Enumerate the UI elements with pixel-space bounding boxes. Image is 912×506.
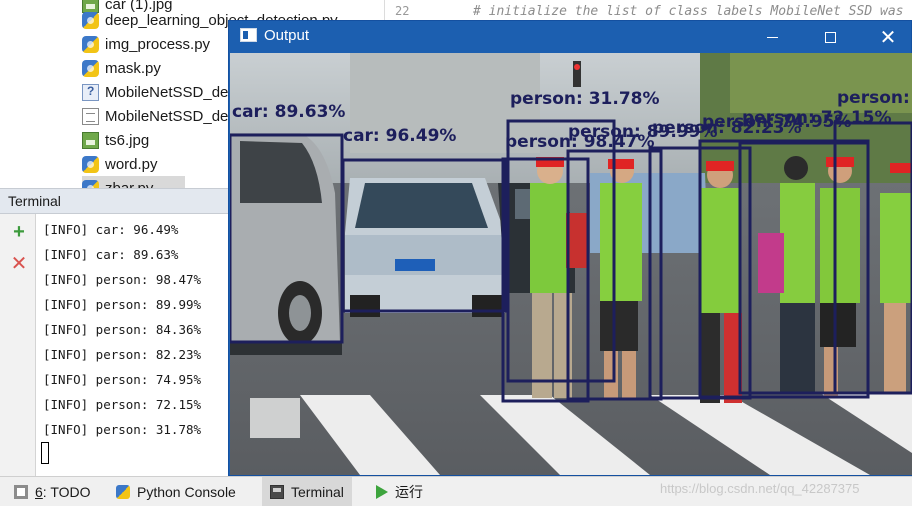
line-number: 22	[395, 4, 410, 18]
street-scene-svg: car: 89.63% car: 96.49% person: 31.78% p…	[230, 53, 912, 475]
minimize-icon	[766, 36, 778, 38]
window-title: Output	[264, 27, 310, 44]
maximize-icon	[824, 31, 836, 43]
text-file-icon	[82, 107, 99, 125]
terminal-tab[interactable]: Terminal	[262, 477, 352, 506]
image-file-icon	[82, 131, 99, 149]
log-line: [INFO] car: 96.49%	[43, 222, 179, 237]
plus-icon[interactable]: +	[9, 222, 29, 242]
terminal-header: Terminal	[0, 188, 228, 214]
detection-label: person: 72.15%	[742, 108, 892, 128]
tree-item-word[interactable]: word.py	[82, 152, 158, 176]
window-app-icon	[240, 28, 257, 42]
tree-item-label: mask.py	[105, 59, 161, 77]
run-icon	[376, 485, 388, 499]
detection-label: person: 84.36%	[837, 88, 912, 108]
tree-item-label: img_process.py	[105, 35, 211, 53]
detection-label: car: 89.63%	[232, 102, 345, 122]
log-line: [INFO] person: 89.99%	[43, 297, 202, 312]
todo-number: 6	[35, 484, 43, 500]
detection-label: person: 31.78%	[510, 89, 660, 109]
log-line: [INFO] car: 89.63%	[43, 247, 179, 262]
log-line: [INFO] person: 84.36%	[43, 322, 202, 337]
terminal-tab-label: Terminal	[291, 484, 344, 500]
watermark-text: https://blog.csdn.net/qq_42287375	[660, 481, 860, 496]
python-file-icon	[82, 155, 99, 173]
close-x-icon[interactable]: ✕	[9, 254, 29, 274]
detection-image: car: 89.63% car: 96.49% person: 31.78% p…	[230, 53, 912, 475]
code-comment-line: # initialize the list of class labels Mo…	[473, 4, 904, 19]
python-file-icon	[82, 35, 99, 53]
code-editor[interactable]: 22 # initialize the list of class labels…	[384, 0, 912, 20]
terminal-title: Terminal	[8, 193, 61, 209]
python-file-icon	[82, 179, 99, 188]
log-line: [INFO] person: 82.23%	[43, 347, 202, 362]
python-console-icon	[116, 485, 130, 499]
log-line: [INFO] person: 31.78%	[43, 422, 202, 437]
todo-tab[interactable]: 6: TODO	[6, 477, 99, 506]
tree-item-img-process[interactable]: img_process.py	[82, 32, 210, 56]
python-console-tab[interactable]: Python Console	[108, 477, 244, 506]
run-tab[interactable]: 运行	[368, 477, 431, 506]
terminal-toolbar: + ✕	[0, 214, 36, 476]
tree-item-ts6[interactable]: ts6.jpg	[82, 128, 149, 152]
run-label: 运行	[395, 484, 423, 500]
log-line: [INFO] person: 74.95%	[43, 372, 202, 387]
tool-window-bar: 6: TODO Python Console Terminal 运行 https…	[0, 476, 912, 506]
python-file-icon	[82, 11, 99, 29]
tree-item-zbar[interactable]: zbar.py	[82, 176, 185, 188]
output-window[interactable]: Output ✕ car: 89.63% car: 96.49% person:…	[228, 20, 912, 476]
terminal-icon	[270, 485, 284, 499]
python-console-label: Python Console	[137, 484, 236, 500]
close-button[interactable]: ✕	[859, 21, 912, 53]
log-line: [INFO] person: 98.47%	[43, 272, 202, 287]
tree-item-mask[interactable]: mask.py	[82, 56, 161, 80]
todo-icon	[14, 485, 28, 499]
close-icon: ✕	[879, 25, 897, 49]
terminal-output[interactable]: [INFO] car: 96.49% [INFO] car: 89.63% [I…	[36, 214, 228, 476]
tree-item-label: zbar.py	[105, 179, 154, 189]
terminal-cursor	[41, 442, 49, 464]
log-line: [INFO] person: 72.15%	[43, 397, 202, 412]
unknown-file-icon	[82, 83, 99, 101]
python-file-icon	[82, 59, 99, 77]
maximize-button[interactable]	[801, 21, 859, 53]
output-titlebar[interactable]: Output ✕	[229, 21, 911, 53]
detection-label: car: 96.49%	[343, 126, 456, 146]
todo-label: : TODO	[42, 484, 91, 500]
tree-item-label: ts6.jpg	[105, 131, 150, 149]
tree-item-label: word.py	[105, 155, 158, 173]
minimize-button[interactable]	[743, 21, 801, 53]
